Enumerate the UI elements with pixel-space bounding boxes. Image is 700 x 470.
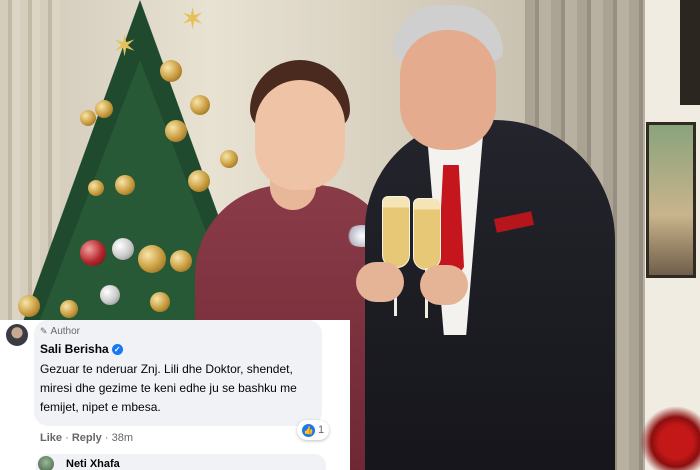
bauble-ornament bbox=[190, 95, 210, 115]
commenter-name-row: Sali Berisha ✓ bbox=[40, 342, 123, 356]
bauble-ornament bbox=[150, 292, 170, 312]
next-commenter-name[interactable]: Neti Xhafa bbox=[66, 458, 120, 470]
bauble-ornament bbox=[115, 175, 135, 195]
champagne-glass bbox=[382, 196, 410, 268]
man-suit bbox=[365, 120, 615, 470]
reaction-summary[interactable]: 👍 1 bbox=[297, 420, 330, 440]
separator: · bbox=[65, 432, 69, 444]
bauble-ornament bbox=[138, 245, 166, 273]
reply-button[interactable]: Reply bbox=[72, 432, 102, 444]
star-ornament: ✶ bbox=[180, 3, 206, 36]
author-badge: ✎ Author bbox=[40, 326, 80, 337]
commenter-avatar[interactable] bbox=[6, 324, 28, 346]
woman-hand bbox=[356, 262, 404, 302]
bauble-ornament bbox=[170, 250, 192, 272]
man-face bbox=[400, 30, 496, 150]
comment-timestamp[interactable]: 38m bbox=[112, 432, 133, 444]
reaction-count: 1 bbox=[318, 424, 325, 436]
bauble-ornament bbox=[188, 170, 210, 192]
separator: · bbox=[104, 432, 109, 444]
man-hand bbox=[420, 265, 468, 305]
verified-badge-icon: ✓ bbox=[111, 344, 123, 356]
bauble-ornament bbox=[80, 110, 96, 126]
champagne-glass bbox=[413, 198, 441, 270]
thumbs-up-icon: 👍 bbox=[302, 423, 315, 437]
like-button[interactable]: Like bbox=[40, 432, 62, 444]
silver-bauble-ornament bbox=[100, 285, 120, 305]
star-ornament: ✶ bbox=[112, 30, 138, 63]
comment-actions: Like · Reply · 38m bbox=[40, 432, 133, 444]
pencil-icon: ✎ bbox=[40, 326, 48, 336]
commenter-name[interactable]: Sali Berisha bbox=[40, 342, 109, 356]
comment-bubble: ✎ Author Sali Berisha ✓ Gezuar te nderuar … bbox=[34, 320, 322, 426]
red-bauble-ornament bbox=[80, 240, 106, 266]
silver-bauble-ornament bbox=[112, 238, 134, 260]
comment-panel: ✎ Author Sali Berisha ✓ Gezuar te nderuar … bbox=[0, 320, 350, 470]
bauble-ornament bbox=[160, 60, 182, 82]
bauble-ornament bbox=[95, 100, 113, 118]
bauble-ornament bbox=[220, 150, 238, 168]
comment-text: Gezuar te nderuar Znj. Lili dhe Doktor, … bbox=[40, 362, 297, 414]
picture-frame-top bbox=[680, 0, 700, 105]
bauble-ornament bbox=[60, 300, 78, 318]
bauble-ornament bbox=[18, 295, 40, 317]
woman-face bbox=[255, 80, 345, 190]
poinsettia-plant bbox=[640, 400, 700, 470]
bauble-ornament bbox=[88, 180, 104, 196]
next-commenter-avatar[interactable] bbox=[38, 456, 54, 470]
framed-picture bbox=[646, 122, 696, 278]
author-badge-label: Author bbox=[50, 326, 81, 337]
bauble-ornament bbox=[165, 120, 187, 142]
